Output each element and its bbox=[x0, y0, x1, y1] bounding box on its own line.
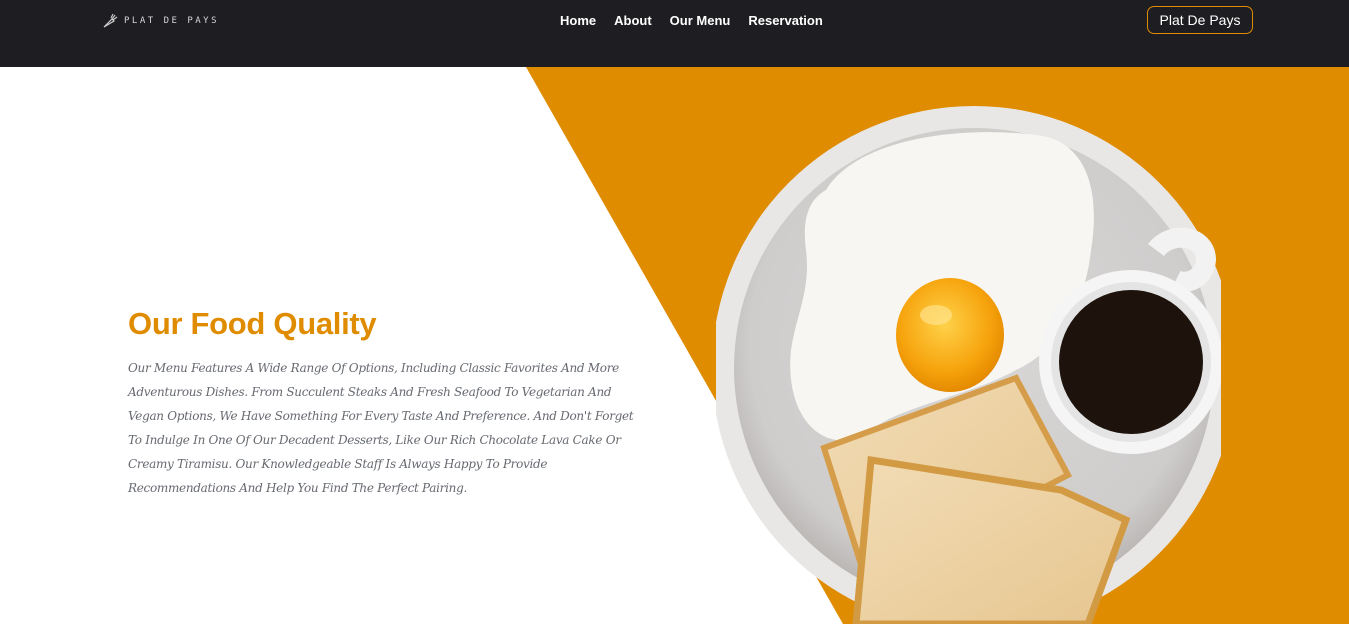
brand-logo[interactable]: PLAT DE PAYS bbox=[102, 12, 219, 30]
nav-reservation[interactable]: Reservation bbox=[748, 13, 822, 29]
nav-home[interactable]: Home bbox=[560, 13, 596, 29]
brand-name: PLAT DE PAYS bbox=[124, 16, 220, 26]
nav-about[interactable]: About bbox=[614, 13, 652, 29]
nav-our-menu[interactable]: Our Menu bbox=[670, 13, 731, 29]
main-nav: Home About Our Menu Reservation bbox=[560, 13, 823, 29]
top-navigation-bar: PLAT DE PAYS Home About Our Menu Reserva… bbox=[0, 0, 1349, 67]
plate-image bbox=[716, 106, 1221, 624]
carrot-icon bbox=[103, 13, 118, 28]
plat-de-pays-button[interactable]: Plat De Pays bbox=[1147, 6, 1253, 34]
food-quality-description: Our Menu Features A Wide Range Of Option… bbox=[128, 361, 634, 495]
page-title: Our Food Quality bbox=[128, 306, 377, 341]
